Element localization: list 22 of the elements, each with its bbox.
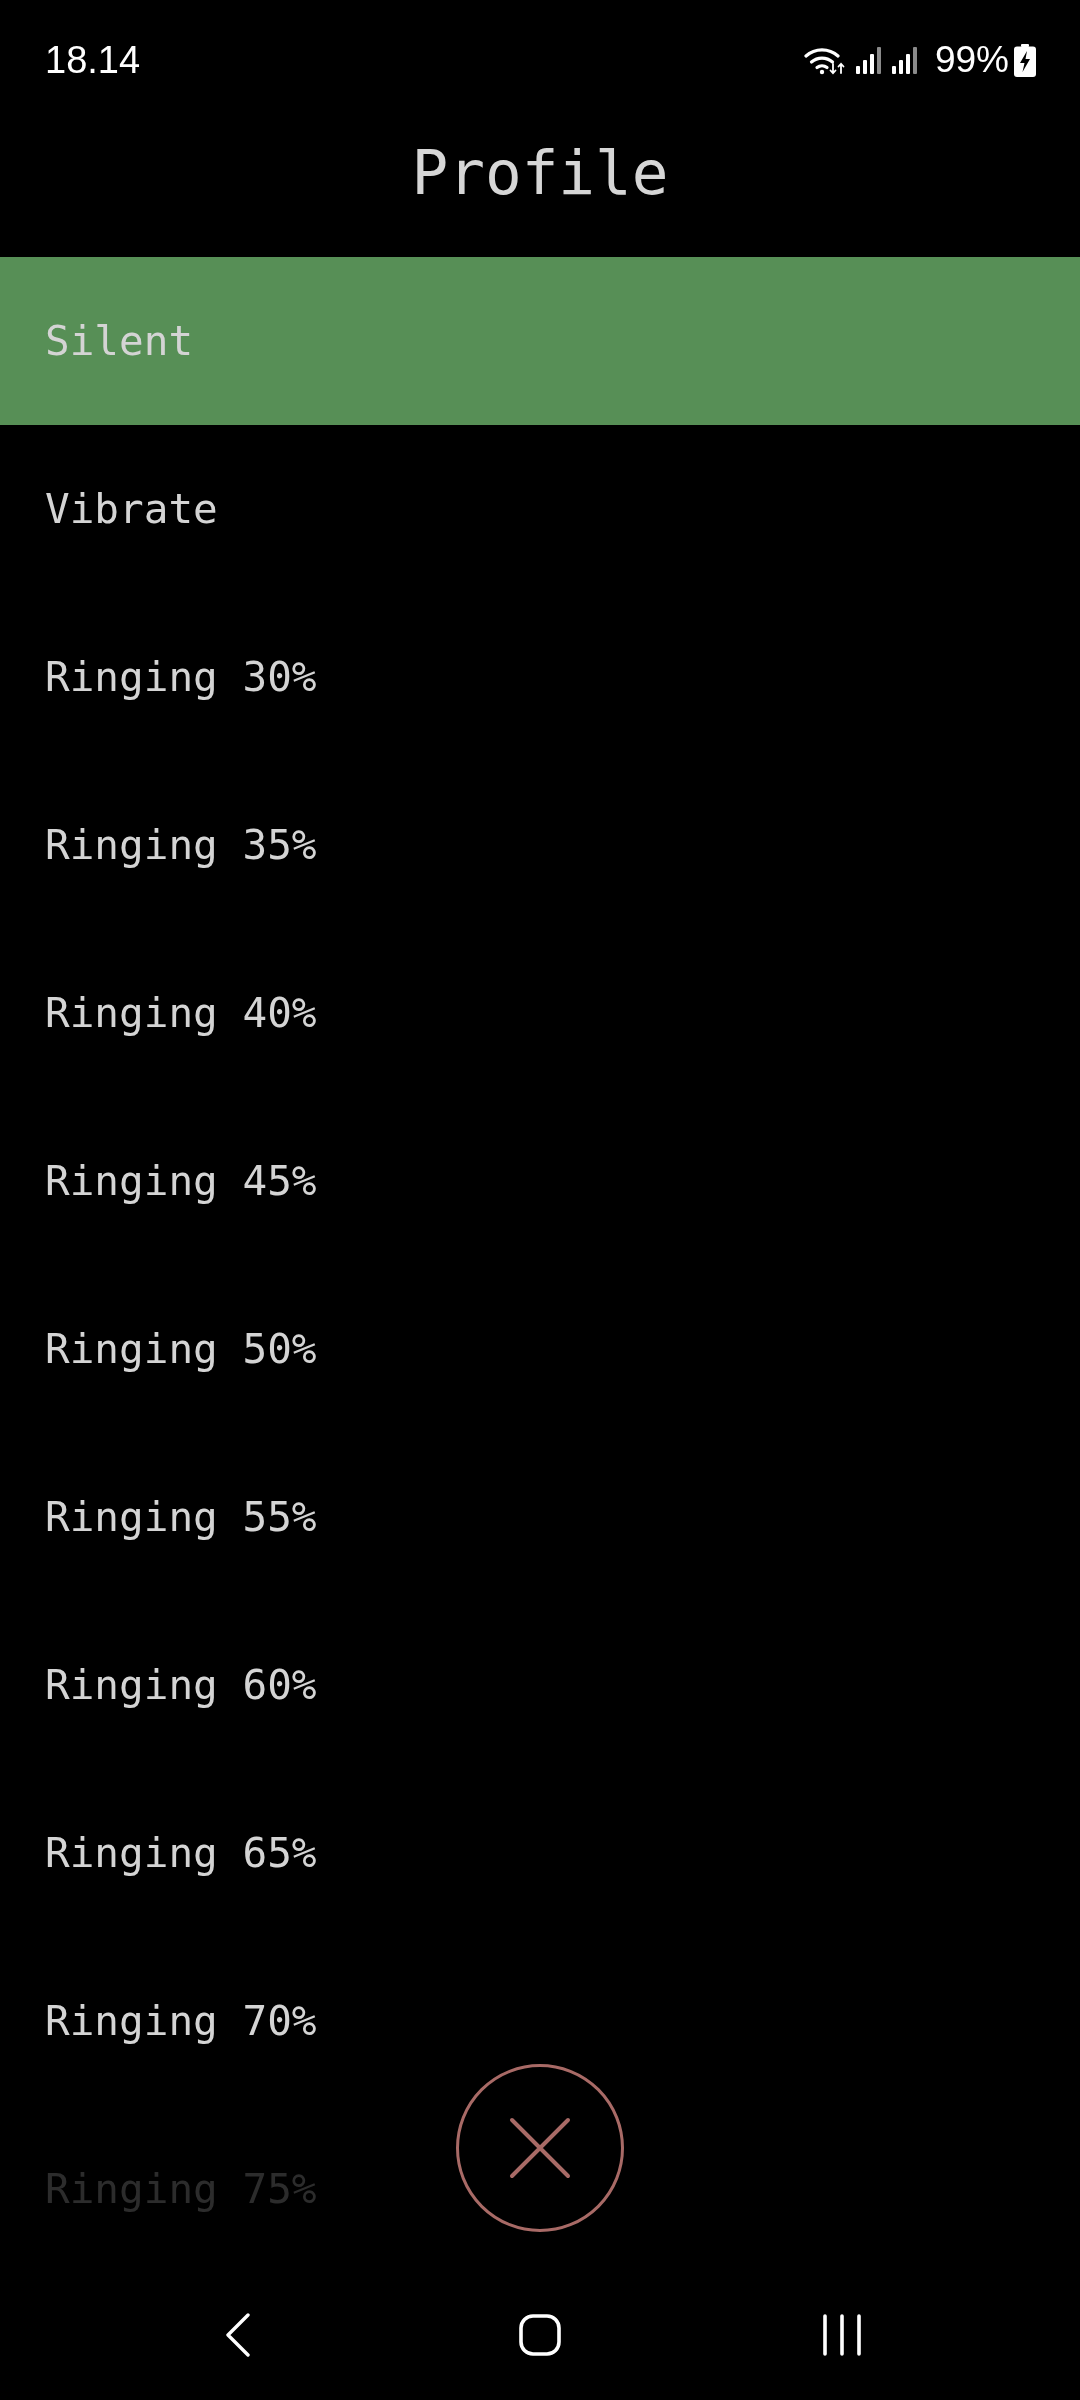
- battery-level: 99%: [934, 39, 1009, 81]
- profile-item[interactable]: Ringing 40%: [0, 929, 1080, 1097]
- profile-item[interactable]: Vibrate: [0, 425, 1080, 593]
- status-time: 18.14: [45, 38, 141, 82]
- back-icon[interactable]: [225, 2313, 251, 2357]
- signal-icon: [890, 45, 918, 75]
- battery-charging-icon: [1014, 43, 1036, 77]
- recent-apps-icon[interactable]: [823, 2314, 861, 2356]
- profile-item[interactable]: Ringing 45%: [0, 1097, 1080, 1265]
- close-button[interactable]: [456, 2064, 624, 2232]
- profile-item[interactable]: Ringing 35%: [0, 761, 1080, 929]
- wifi-icon: [803, 45, 846, 75]
- profile-item[interactable]: Ringing 50%: [0, 1265, 1080, 1433]
- screen-title: Profile: [411, 136, 669, 209]
- profile-item[interactable]: Ringing 70%: [0, 1937, 1080, 2105]
- signal-icon: [854, 45, 882, 75]
- home-icon[interactable]: [519, 2314, 561, 2356]
- profile-item[interactable]: Ringing 30%: [0, 593, 1080, 761]
- close-icon: [509, 2117, 571, 2179]
- profile-item[interactable]: Ringing 65%: [0, 1769, 1080, 1937]
- profile-item[interactable]: Ringing 60%: [0, 1601, 1080, 1769]
- profile-item[interactable]: Ringing 55%: [0, 1433, 1080, 1601]
